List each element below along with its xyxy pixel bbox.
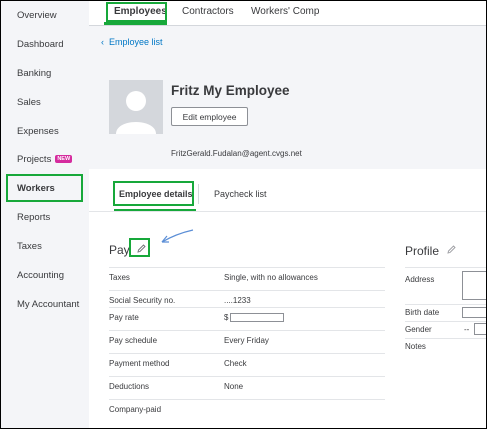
pay-row-pay-rate: Pay rate $ [109, 307, 385, 330]
breadcrumb-employee-list[interactable]: ‹ Employee list [101, 37, 163, 47]
sidebar-item-banking[interactable]: Banking [17, 68, 51, 79]
profile-row-label: Gender [405, 325, 432, 334]
highlight-employees-tab [106, 2, 167, 22]
pay-row-deductions: Deductions None [109, 376, 385, 399]
profile-row-label: Notes [405, 342, 426, 351]
profile-row-label: Address [405, 275, 435, 284]
person-silhouette-icon [109, 80, 163, 134]
pay-row-value: Single, with no allowances [224, 273, 318, 282]
highlight-workers-item [6, 174, 83, 202]
breadcrumb-label: Employee list [109, 37, 163, 47]
sidebar-item-overview[interactable]: Overview [17, 10, 57, 21]
highlight-pay-edit [129, 238, 150, 257]
pay-row-value: Check [224, 359, 247, 368]
highlight-employee-details-tab [113, 181, 194, 206]
sidebar-item-projects[interactable]: Projects NEW [17, 154, 73, 165]
new-badge: NEW [55, 155, 73, 164]
pay-row-value: None [224, 382, 244, 391]
tab-active-indicator [104, 22, 167, 25]
tab-workers-comp[interactable]: Workers' Comp [251, 6, 319, 17]
pay-row-pay-schedule: Pay schedule Every Friday [109, 330, 385, 353]
arrow-annotation-icon [161, 229, 194, 243]
pay-row-label: Pay rate [109, 313, 139, 322]
pay-row-value: ....1233 [224, 296, 251, 305]
sidebar-item-sales[interactable]: Sales [17, 97, 41, 108]
pay-rate-currency: $ [224, 313, 229, 322]
pay-row-company-paid: Company-paid [109, 399, 385, 422]
pay-row-label: Company-paid [109, 405, 162, 414]
sidebar: Overview Dashboard Banking Sales Expense… [1, 1, 89, 428]
sidebar-item-dashboard[interactable]: Dashboard [17, 39, 63, 50]
redacted-pay-rate-box [230, 313, 285, 323]
pay-row-label: Pay schedule [109, 336, 158, 345]
pay-row-taxes: Taxes Single, with no allowances [109, 267, 385, 290]
tab-paycheck-list[interactable]: Paycheck list [214, 189, 267, 199]
pay-row-value: Every Friday [224, 336, 269, 345]
profile-row-notes: Notes [405, 338, 486, 356]
subtab-active-indicator [114, 209, 196, 211]
tabs-divider [89, 211, 486, 212]
tab-contractors[interactable]: Contractors [182, 6, 234, 17]
gender-field[interactable] [474, 323, 486, 335]
pay-section-title: Pay [109, 243, 130, 257]
sidebar-item-taxes[interactable]: Taxes [17, 241, 42, 252]
pay-row-label: Deductions [109, 382, 150, 391]
app-window: Overview Dashboard Banking Sales Expense… [0, 0, 487, 429]
sidebar-item-expenses[interactable]: Expenses [17, 126, 59, 137]
avatar [109, 80, 163, 134]
birth-date-field[interactable] [462, 307, 486, 318]
gender-value: -- [464, 325, 470, 334]
edit-employee-button[interactable]: Edit employee [171, 107, 248, 126]
back-chevron-icon: ‹ [101, 37, 104, 47]
tab-separator [198, 184, 199, 204]
pay-row-label: Social Security no. [109, 296, 176, 305]
pencil-icon[interactable] [446, 244, 457, 258]
pay-row-label: Payment method [109, 359, 170, 368]
sidebar-item-my-accountant[interactable]: My Accountant [17, 299, 79, 310]
profile-section-title: Profile [405, 244, 440, 258]
pay-row-payment-method: Payment method Check [109, 353, 385, 376]
sidebar-item-accounting[interactable]: Accounting [17, 270, 64, 281]
pay-row-value: $ [224, 313, 285, 323]
sidebar-item-reports[interactable]: Reports [17, 212, 50, 223]
sidebar-item-projects-label: Projects [17, 154, 52, 165]
employee-email: FritzGerald.Fudalan@agent.cvgs.net [171, 149, 302, 158]
employee-name: Fritz My Employee [171, 83, 290, 98]
profile-row-label: Birth date [405, 308, 440, 317]
address-field[interactable] [462, 271, 486, 300]
pay-row-label: Taxes [109, 273, 130, 282]
